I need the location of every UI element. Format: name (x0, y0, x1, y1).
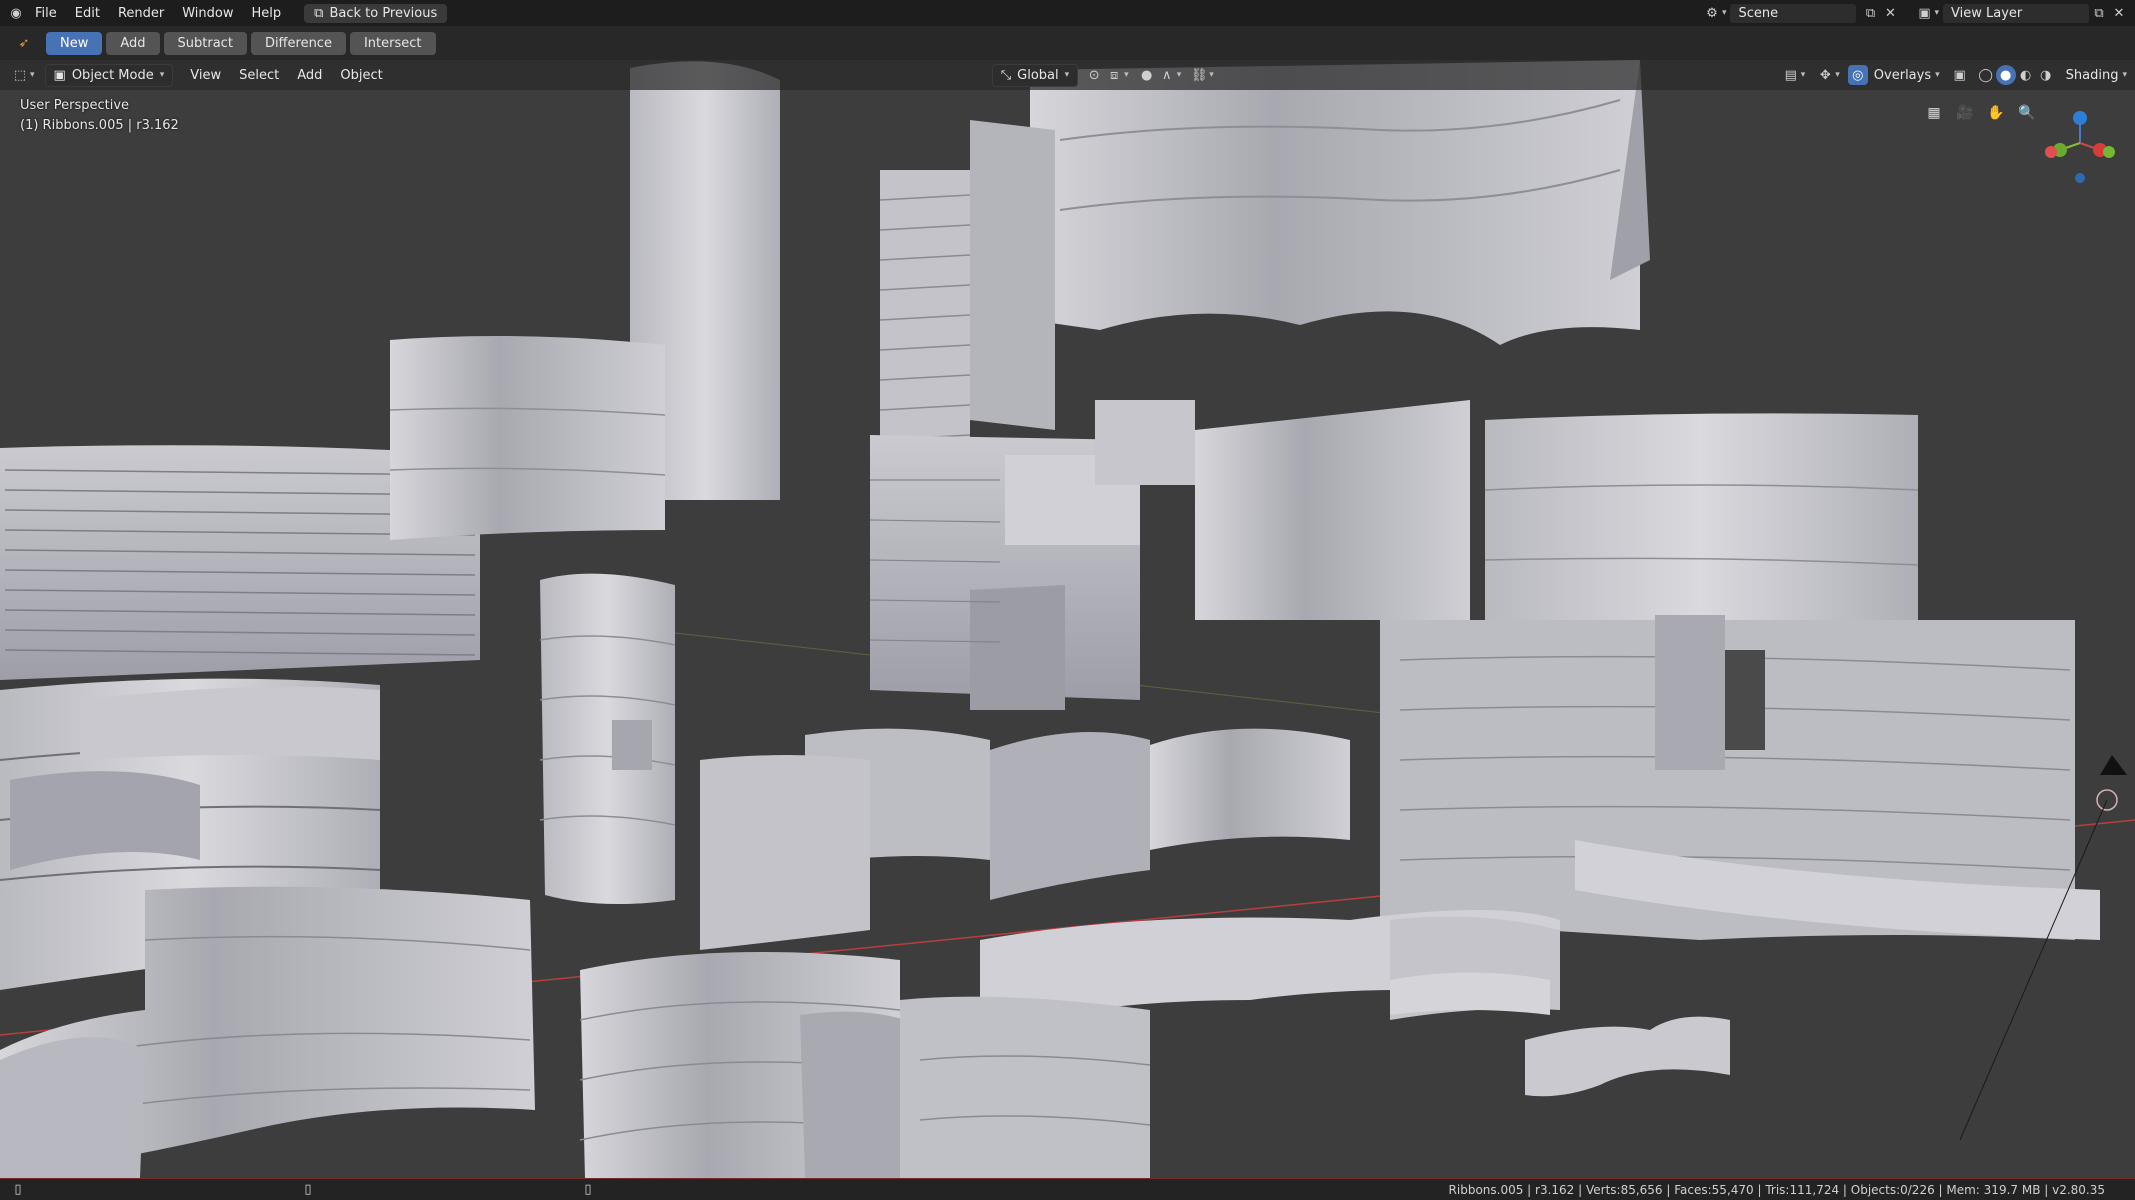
3d-viewport[interactable]: User Perspective (1) Ribbons.005 | r3.16… (0, 60, 2135, 1178)
menu-file[interactable]: File (26, 3, 66, 24)
new-scene-icon[interactable]: ⧉ (1860, 3, 1880, 23)
viewport-header: ⬚ ▾ ▣ Object Mode ▾ View Select Add Obje… (0, 60, 2135, 90)
navigation-gizmo[interactable] (2035, 98, 2125, 188)
object-mode-icon: ▣ (53, 67, 66, 83)
scene-statistics: Ribbons.005 | r3.162 | Verts:85,656 | Fa… (1448, 1182, 2105, 1197)
chevron-down-icon: ▾ (159, 70, 165, 80)
snap-icon[interactable]: ⧈ (1104, 65, 1124, 85)
perspective-label: User Perspective (20, 98, 130, 113)
mesh-left-top-panel (390, 336, 665, 540)
mode-dropdown[interactable]: ▣ Object Mode ▾ (44, 63, 174, 87)
chevron-down-icon: ▾ (1176, 70, 1182, 80)
scene-browse-icon[interactable]: ⚙ (1702, 3, 1722, 23)
view-layer-name: View Layer (1951, 5, 2023, 21)
difference-button[interactable]: Difference (250, 31, 346, 55)
chevron-down-icon: ▾ (1721, 8, 1727, 18)
xray-toggle-icon[interactable]: ▣ (1950, 65, 1970, 85)
status-bar: ▯ ▯ ▯ Ribbons.005 | r3.162 | Verts:85,65… (0, 1178, 2135, 1200)
proportional-editing-icon[interactable]: ● (1137, 65, 1157, 85)
chevron-down-icon: ▾ (1800, 70, 1806, 80)
gizmo-toggle-icon[interactable]: ✥ (1815, 65, 1835, 85)
shading-label[interactable]: Shading (2066, 68, 2119, 83)
overlays-icon[interactable]: ◎ (1847, 65, 1868, 85)
close-scene-icon[interactable]: ✕ (1880, 3, 1900, 23)
new-button[interactable]: New (46, 31, 103, 55)
mesh-right-low-ribbon (1525, 1016, 1730, 1097)
close-view-layer-icon[interactable]: ✕ (2109, 3, 2129, 23)
chevron-down-icon: ▾ (1835, 70, 1840, 80)
mesh-right-back-panel (1195, 400, 1470, 620)
menu-select[interactable]: Select (230, 65, 288, 86)
select-tool-icon[interactable]: ➶ (14, 33, 34, 53)
scene-name: Scene (1738, 5, 1779, 21)
transform-orientation-dropdown[interactable]: ⤡ Global ▾ (991, 63, 1079, 87)
back-icon: ⧉ (314, 5, 324, 21)
back-to-previous-button[interactable]: ⧉ Back to Previous (304, 3, 448, 23)
object-type-visibility-icon[interactable]: ▤ (1781, 65, 1801, 85)
menu-view[interactable]: View (181, 65, 230, 86)
scene-field[interactable]: Scene (1730, 3, 1857, 23)
blender-logo-icon[interactable]: ◉ (6, 3, 26, 23)
orientation-label: Global (1017, 67, 1059, 83)
chevron-down-icon: ▾ (2122, 70, 2127, 80)
menu-object[interactable]: Object (331, 65, 391, 86)
menu-edit[interactable]: Edit (66, 3, 109, 24)
menu-window[interactable]: Window (173, 3, 242, 24)
menu-render[interactable]: Render (109, 3, 173, 24)
mouse-middle-icon: ▯ (304, 1182, 312, 1197)
back-to-previous-label: Back to Previous (329, 5, 438, 21)
view-layer-browse-icon[interactable]: ▣ (1914, 3, 1934, 23)
falloff-curve-icon[interactable]: ∧ (1157, 65, 1177, 85)
chevron-down-icon: ▾ (1934, 8, 1939, 18)
pivot-point-icon[interactable]: ⊙ (1084, 65, 1104, 85)
menu-add[interactable]: Add (288, 65, 331, 86)
chevron-down-icon: ▾ (1124, 70, 1129, 80)
rendered-shading-icon[interactable]: ◑ (2036, 65, 2056, 85)
material-shading-icon[interactable]: ◐ (2016, 65, 2036, 85)
mesh-center-front-ribbon (1150, 728, 1350, 850)
object-info-label: (1) Ribbons.005 | r3.162 (20, 118, 179, 133)
overlays-label[interactable]: Overlays (1874, 68, 1931, 83)
wireframe-shading-icon[interactable]: ◯ (1976, 65, 1996, 85)
top-menu-bar: ◉ File Edit Render Window Help ⧉ Back to… (0, 0, 2135, 26)
orientation-icon: ⤡ (1000, 67, 1012, 83)
chevron-down-icon: ▾ (30, 70, 35, 80)
scene-render (0, 60, 2135, 1178)
gizmo-z-icon (2073, 111, 2087, 125)
mouse-right-icon: ▯ (584, 1182, 592, 1197)
subtract-button[interactable]: Subtract (163, 31, 247, 55)
zoom-icon[interactable]: 🔍 (2014, 100, 2040, 126)
mouse-left-icon: ▯ (14, 1182, 22, 1197)
mesh-cylinder-center-left (540, 573, 675, 904)
new-view-layer-icon[interactable]: ⧉ (2089, 3, 2109, 23)
tool-settings-bar: ➶ New Add Subtract Difference Intersect (0, 26, 2135, 60)
pan-hand-icon[interactable]: ✋ (1983, 100, 2009, 126)
chevron-down-icon: ▾ (1209, 70, 1214, 80)
link-icon[interactable]: ⛓ (1189, 65, 1209, 85)
grid-toggle-icon[interactable]: ▦ (1921, 100, 1947, 126)
mode-label: Object Mode (71, 67, 154, 83)
camera-view-icon[interactable]: 🎥 (1952, 100, 1978, 126)
add-button[interactable]: Add (106, 31, 160, 55)
menu-help[interactable]: Help (243, 3, 291, 24)
chevron-down-icon: ▾ (1064, 70, 1070, 80)
view-layer-field[interactable]: View Layer (1943, 3, 2089, 23)
editor-type-icon[interactable]: ⬚ (10, 65, 30, 85)
chevron-down-icon: ▾ (1935, 70, 1940, 80)
intersect-button[interactable]: Intersect (349, 31, 436, 55)
solid-shading-icon[interactable]: ● (1995, 65, 2016, 85)
